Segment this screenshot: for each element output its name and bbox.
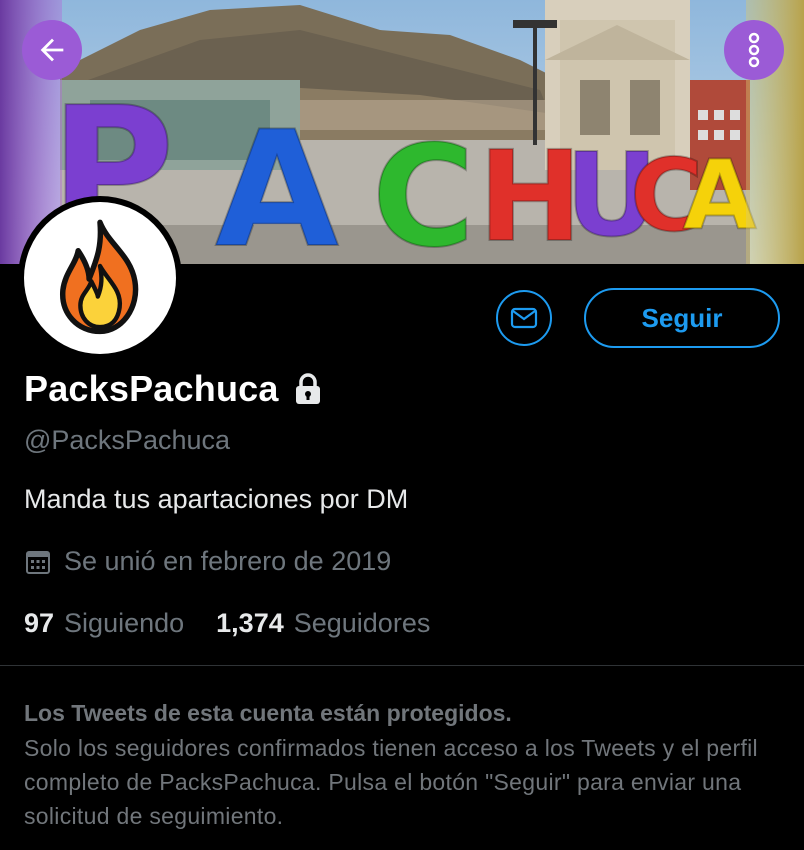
join-date-text: Se unió en febrero de 2019 (64, 546, 392, 576)
following-link[interactable]: 97 Siguiendo (24, 608, 184, 639)
username-handle: @PacksPachuca (24, 425, 231, 455)
back-button[interactable] (22, 20, 82, 80)
avatar-image (24, 202, 176, 354)
more-options-button[interactable] (724, 20, 784, 80)
banner-letter-a: A (215, 96, 339, 264)
followers-link[interactable]: 1,374 Seguidores (216, 608, 430, 639)
calendar-icon (24, 548, 52, 576)
banner-letter-c: C (372, 116, 475, 264)
followers-label: Seguidores (293, 608, 431, 638)
lock-icon (293, 372, 323, 406)
display-name: PacksPachuca (24, 368, 279, 409)
protected-notice-body: Solo los seguidores confirmados tienen a… (24, 735, 758, 829)
message-button[interactable] (496, 290, 552, 346)
join-date: Se unió en febrero de 2019 (24, 546, 391, 577)
name-row: PacksPachuca (24, 368, 323, 410)
followers-count: 1,374 (216, 608, 284, 638)
bio: Manda tus apartaciones por DM (24, 484, 409, 514)
divider (0, 665, 804, 666)
following-count: 97 (24, 608, 55, 638)
follow-button[interactable]: Seguir (584, 288, 780, 348)
avatar[interactable] (18, 196, 182, 360)
fire-icon (60, 219, 139, 335)
banner-letter-a2: A (683, 141, 757, 251)
follow-stats: 97 Siguiendo 1,374 Seguidores (24, 608, 462, 639)
more-vertical-icon (748, 32, 760, 68)
mail-icon (510, 307, 538, 329)
following-label: Siguiendo (64, 608, 185, 638)
arrow-left-icon (40, 38, 64, 62)
protected-notice-title: Los Tweets de esta cuenta están protegid… (24, 700, 512, 726)
